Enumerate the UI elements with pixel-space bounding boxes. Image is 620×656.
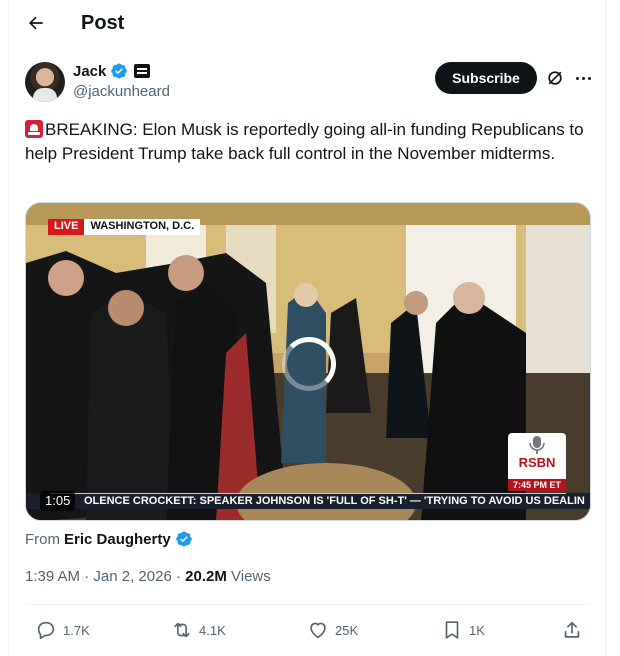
video-player[interactable]: LIVE WASHINGTON, D.C. RSBN 7:45 PM ET OL… [25, 202, 591, 521]
bookmark-button[interactable]: 1K [441, 616, 485, 644]
heart-icon [310, 622, 326, 639]
repost-button[interactable]: 4.1K [171, 616, 226, 644]
source-attribution: From Eric Daugherty [25, 530, 193, 548]
separator: · [175, 568, 181, 585]
avatar[interactable] [25, 62, 65, 102]
separator: · [84, 568, 90, 585]
top-bar: Post [9, 0, 605, 48]
like-button[interactable]: 25K [307, 616, 358, 644]
verified-badge-icon [175, 531, 192, 547]
repost-icon [174, 622, 190, 638]
tweet-text: BREAKING: Elon Musk is reportedly going … [25, 118, 595, 166]
bookmark-icon [445, 621, 459, 639]
source-prefix: From [25, 530, 60, 548]
location-label: WASHINGTON, D.C. [84, 219, 201, 235]
post-column: Post Jack @jackunheard Subscribe BREAKIN… [8, 0, 606, 656]
live-label: LIVE [48, 219, 85, 235]
microphone-icon [529, 436, 545, 454]
views-label: Views [231, 568, 271, 585]
news-ticker: OLENCE CROCKETT: SPEAKER JOHNSON IS 'FUL… [26, 493, 590, 509]
bookmark-count: 1K [469, 622, 485, 638]
share-icon [564, 621, 580, 638]
share-button[interactable] [561, 616, 583, 644]
post-metadata: 1:39 AM · Jan 2, 2026 · 20.2M Views [25, 568, 271, 585]
like-count: 25K [335, 622, 359, 638]
author-name[interactable]: Jack [73, 63, 106, 80]
author-name-row: Jack [73, 62, 151, 80]
back-button[interactable] [23, 10, 49, 36]
network-name: RSBN [518, 455, 556, 470]
post-time[interactable]: 1:39 AM [25, 568, 80, 585]
author-handle[interactable]: @jackunheard [73, 83, 170, 100]
broadcast-time: 7:45 PM ET [508, 479, 566, 491]
siren-emoji-icon [25, 120, 43, 138]
page-title: Post [81, 12, 125, 34]
action-bar: 1.7K 4.1K 25K 1K [25, 616, 591, 644]
subscribe-button[interactable]: Subscribe [435, 62, 537, 94]
repost-count: 4.1K [199, 622, 226, 638]
views-count: 20.2M [185, 568, 227, 585]
grok-icon[interactable] [545, 68, 565, 88]
verified-badge-icon [111, 63, 128, 79]
loading-spinner-icon [282, 337, 336, 391]
tweet-body: BREAKING: Elon Musk is reportedly going … [25, 120, 584, 163]
divider [25, 604, 591, 605]
arrow-left-icon [29, 16, 43, 30]
more-options-button[interactable] [571, 66, 595, 90]
source-name[interactable]: Eric Daugherty [64, 531, 171, 548]
affiliation-badge-icon[interactable] [134, 64, 151, 78]
live-badge: LIVE WASHINGTON, D.C. [48, 219, 201, 235]
post-date[interactable]: Jan 2, 2026 [93, 568, 171, 585]
reply-icon [37, 621, 55, 640]
reply-button[interactable]: 1.7K [35, 616, 90, 644]
reply-count: 1.7K [63, 622, 90, 638]
video-duration: 1:05 [40, 491, 76, 511]
